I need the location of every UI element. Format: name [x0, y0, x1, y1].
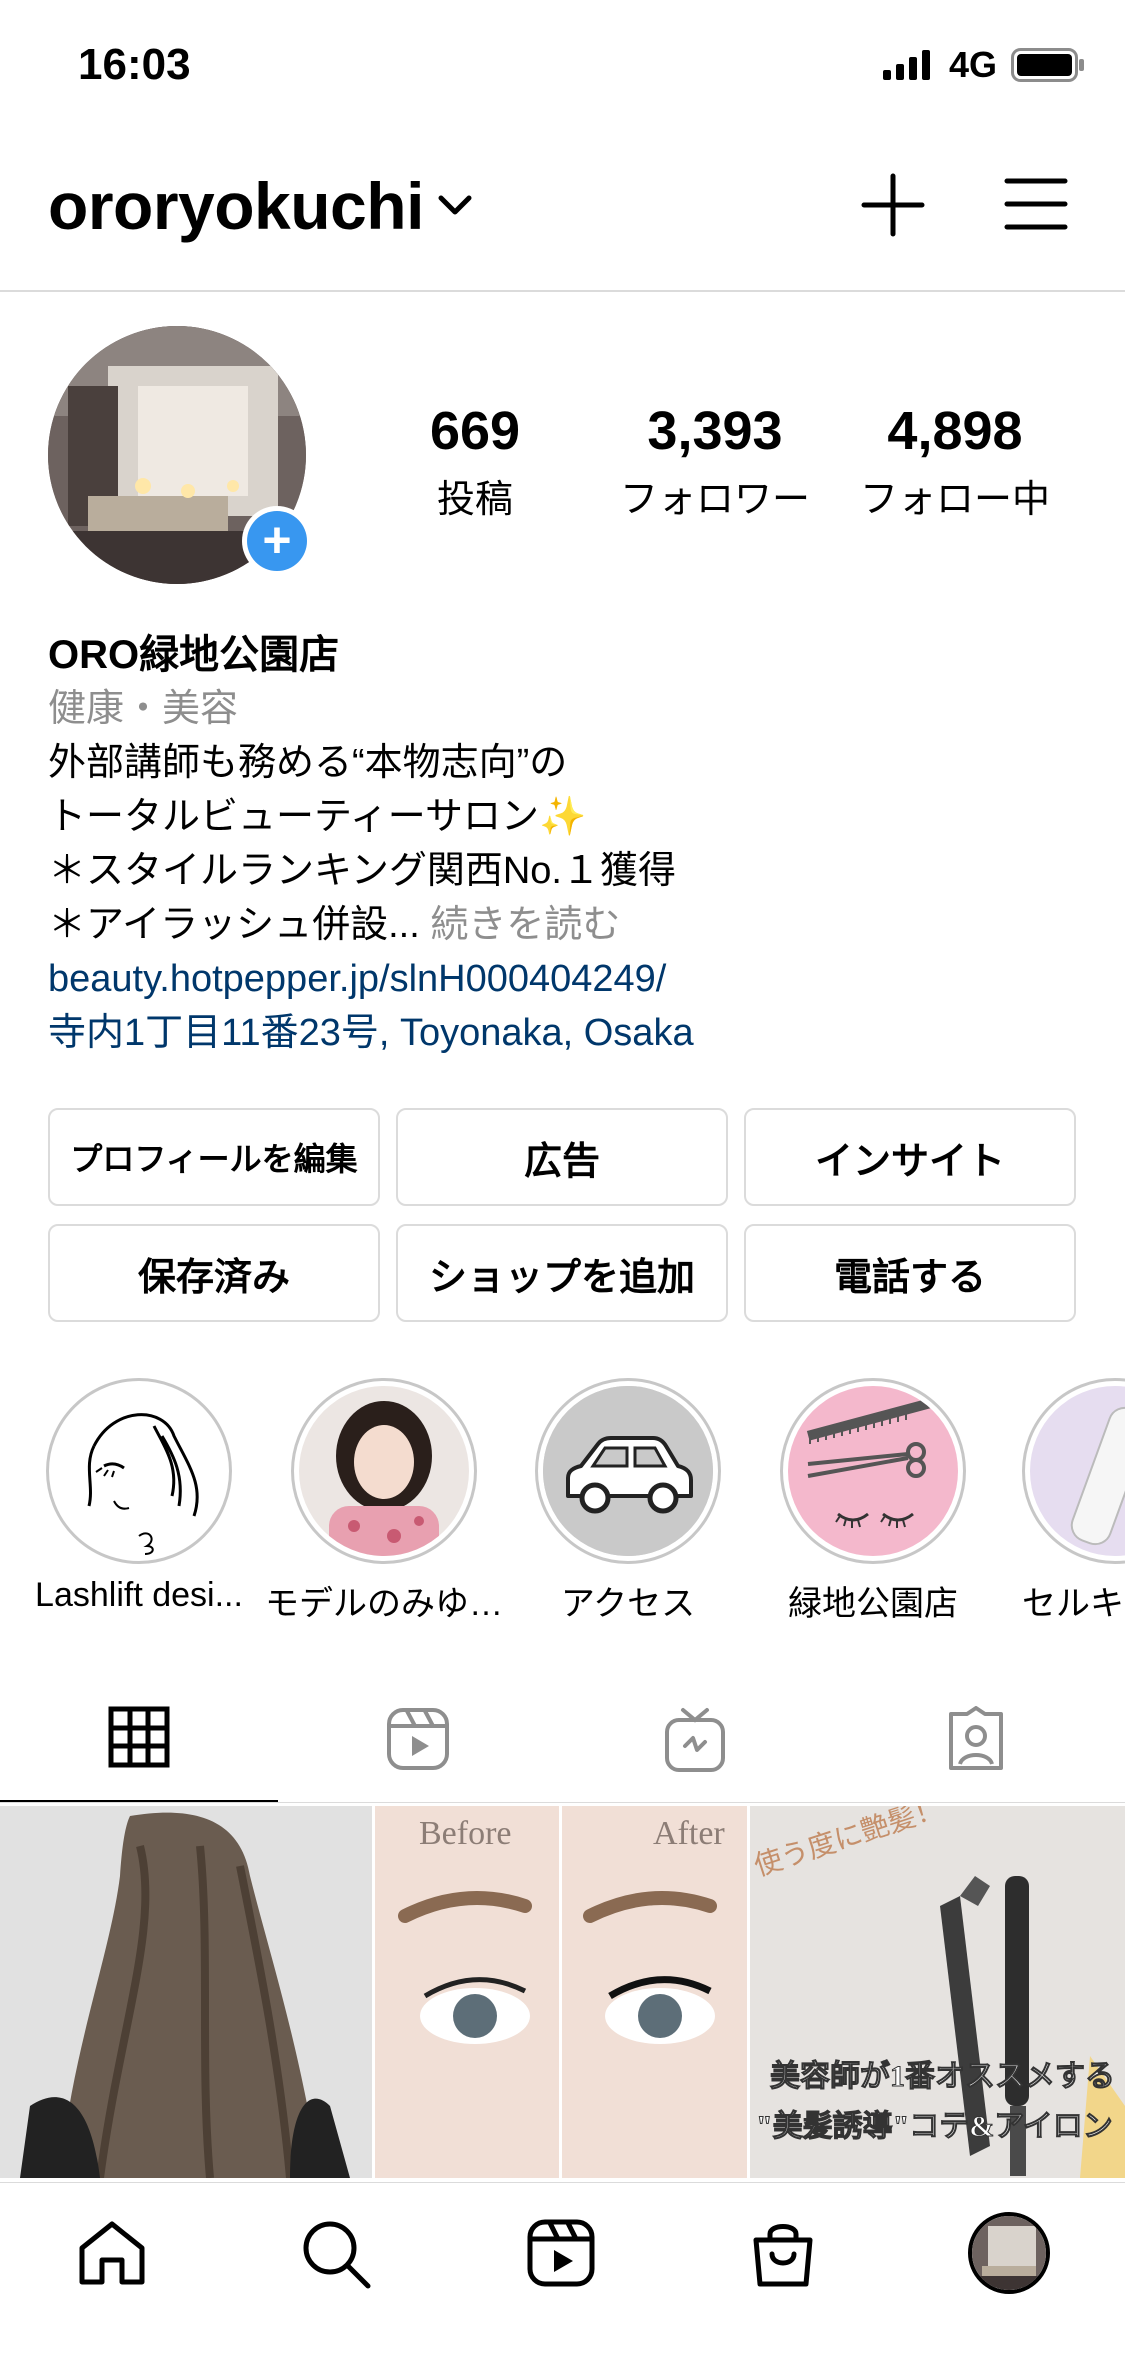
search-icon[interactable] — [300, 2218, 372, 2290]
highlight-item[interactable]: モデルのみゆ… — [265, 1378, 503, 1625]
address-link[interactable]: 寺内1丁目11番23号, Toyonaka, Osaka — [48, 1006, 1078, 1060]
post-image-hair — [0, 1806, 372, 2178]
network-type: 4G — [948, 44, 997, 85]
edit-profile-button[interactable]: プロフィールを編集 — [48, 1108, 380, 1206]
highlight-ring — [291, 1378, 477, 1564]
highlight-item[interactable]: アクセス — [533, 1378, 723, 1625]
saved-button[interactable]: 保存済み — [48, 1224, 380, 1322]
highlight-label: アクセス — [560, 1585, 696, 1623]
bio-line-truncated: ＊アイラッシュ併設... 続きを読む — [48, 898, 1078, 952]
profile-bio: ORO緑地公園店 健康・美容 外部講師も務める“本物志向”の トータルビューティ… — [48, 628, 1078, 1060]
product-photo — [1030, 1386, 1125, 1556]
menu-icon[interactable] — [1004, 176, 1068, 232]
bio-line: ＊アイラッシュ併設... — [48, 904, 420, 946]
stat-label: 投稿 — [436, 479, 513, 521]
post-thumbnail[interactable] — [0, 1806, 372, 2178]
tile-caption-line2: "美髪誘導"コテ&アイロン — [756, 2109, 1113, 2143]
highlight-label: 緑地公園店 — [788, 1585, 958, 1623]
highlight-item[interactable]: セルキュ — [1022, 1378, 1125, 1625]
post-image-curling-iron: 使う度に艶髪！ 美容師が1番オススメする "美髪誘導"コテ&アイロン — [750, 1806, 1125, 2178]
call-button[interactable]: 電話する — [744, 1224, 1076, 1322]
insights-button[interactable]: インサイト — [744, 1108, 1076, 1206]
igtv-icon[interactable] — [663, 1706, 727, 1774]
post-image-lashes: Before After — [375, 1806, 747, 2178]
display-name: ORO緑地公園店 — [48, 633, 340, 677]
highlight-label: モデルのみゆ… — [265, 1585, 503, 1623]
grid-icon[interactable] — [108, 1706, 170, 1768]
new-post-icon[interactable] — [860, 172, 926, 238]
reels-nav-icon[interactable] — [526, 2218, 596, 2288]
after-label: After — [653, 1815, 725, 1852]
account-switcher[interactable]: ororyokuchi — [48, 168, 472, 244]
stat-value: 3,393 — [647, 401, 783, 461]
highlight-ring — [46, 1378, 232, 1564]
bio-line: ＊スタイルランキング関西No.１獲得 — [48, 850, 676, 892]
add-story-button[interactable]: + — [242, 506, 312, 576]
bio-line: トータルビューティーサロン✨ — [48, 796, 587, 838]
add-shop-button[interactable]: ショップを追加 — [396, 1224, 728, 1322]
scissors-comb-icon — [788, 1386, 958, 1556]
post-thumbnail[interactable]: 使う度に艶髪！ 美容師が1番オススメする "美髪誘導"コテ&アイロン — [750, 1806, 1125, 2178]
status-indicators: 4G — [882, 44, 1085, 86]
stat-label: フォロー中 — [859, 479, 1050, 521]
ads-button[interactable]: 広告 — [396, 1108, 728, 1206]
highlight-label: セルキュ — [1022, 1585, 1125, 1623]
status-time: 16:03 — [78, 40, 191, 89]
posts-count: 669 投稿 — [395, 400, 555, 523]
stat-label: フォロワー — [619, 479, 810, 521]
category-label: 健康・美容 — [48, 688, 239, 730]
highlight-label: Lashlift desi... — [35, 1576, 243, 1614]
highlight-ring — [780, 1378, 966, 1564]
stat-value: 669 — [429, 401, 521, 461]
signal-icon — [882, 50, 930, 80]
highlight-ring — [1022, 1378, 1125, 1564]
post-thumbnail[interactable]: Before After — [375, 1806, 747, 2178]
read-more-link[interactable]: 続きを読む — [430, 904, 620, 946]
car-icon — [543, 1386, 713, 1556]
profile-avatar-thumb — [972, 2216, 1046, 2290]
profile-nav-avatar[interactable] — [968, 2212, 1050, 2294]
highlight-cover-model — [299, 1386, 469, 1556]
chevron-down-icon — [438, 195, 472, 215]
plus-icon: + — [247, 511, 307, 571]
highlight-cover-illustration — [54, 1386, 224, 1556]
bio-line: 外部講師も務める“本物志向”の — [48, 742, 568, 784]
highlight-item[interactable]: 緑地公園店 — [778, 1378, 968, 1625]
followers-count[interactable]: 3,393 フォロワー — [610, 400, 820, 523]
stat-value: 4,898 — [887, 401, 1023, 461]
website-link[interactable]: beauty.hotpepper.jp/slnH000404249/ — [48, 952, 1078, 1006]
tagged-icon[interactable] — [943, 1706, 1009, 1772]
battery-icon — [1011, 48, 1084, 82]
highlight-item[interactable]: Lashlift desi... — [35, 1378, 243, 1615]
reels-icon[interactable] — [385, 1706, 451, 1772]
header-divider — [0, 290, 1125, 292]
tile-caption-line1: 美容師が1番オススメする — [770, 2059, 1115, 2093]
shop-icon[interactable] — [750, 2218, 816, 2290]
tabs-divider — [0, 1802, 1125, 1803]
username: ororyokuchi — [48, 169, 424, 243]
before-label: Before — [419, 1815, 512, 1852]
home-icon[interactable] — [76, 2218, 148, 2288]
following-count[interactable]: 4,898 フォロー中 — [850, 400, 1060, 523]
highlight-ring — [535, 1378, 721, 1564]
